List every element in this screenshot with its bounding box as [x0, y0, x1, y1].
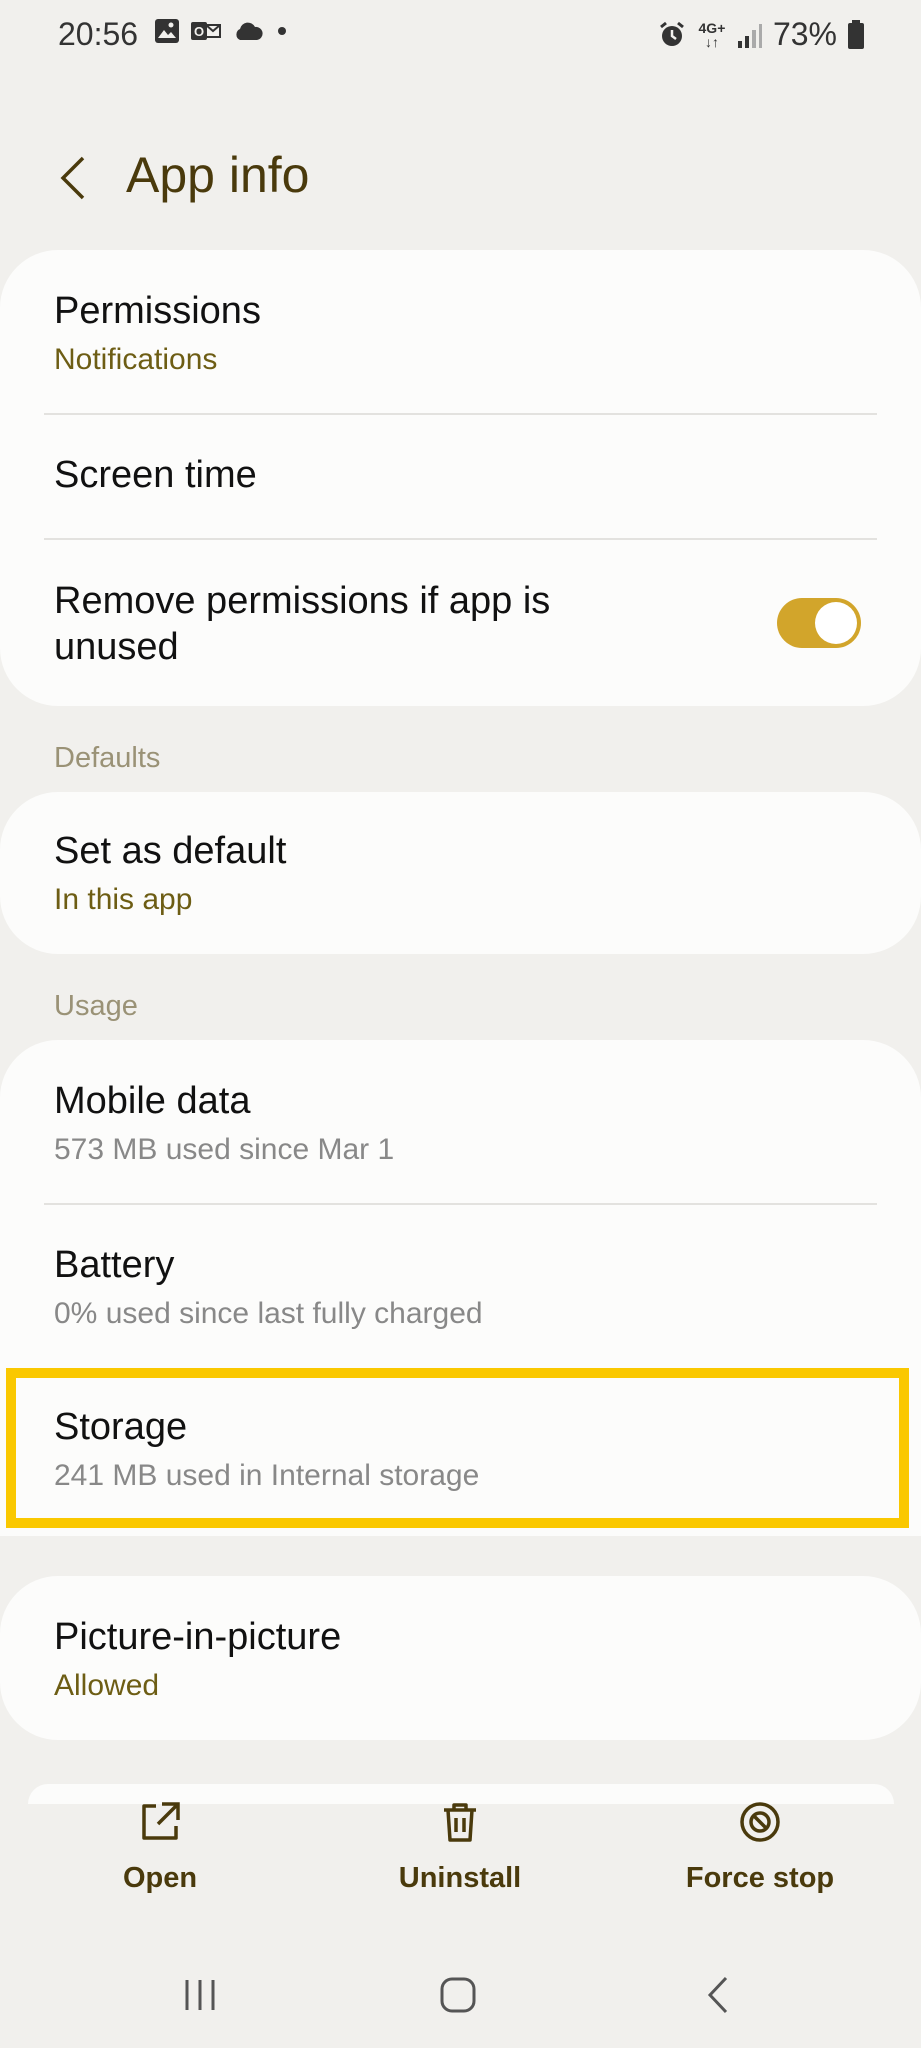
home-button[interactable] — [418, 1960, 498, 2030]
pip-item[interactable]: Picture-in-picture Allowed — [0, 1616, 921, 1726]
pip-subtitle: Allowed — [54, 1669, 160, 1702]
cloud-icon — [236, 22, 263, 40]
set-as-default-title: Set as default — [54, 830, 287, 872]
storage-subtitle: 241 MB used in Internal storage — [54, 1459, 480, 1492]
open-external-icon — [142, 1802, 180, 1840]
usage-section-label: Usage — [54, 990, 138, 1022]
system-nav-bar — [0, 1960, 921, 2030]
set-as-default-subtitle: In this app — [54, 883, 193, 916]
battery-subtitle: 0% used since last fully charged — [54, 1297, 483, 1330]
remove-permissions-title: Remove permissions if app is unused — [54, 580, 551, 668]
back-button[interactable] — [48, 148, 98, 208]
uninstall-label: Uninstall — [398, 1862, 522, 1894]
permissions-card: Permissions Notifications Screen time Re… — [0, 250, 921, 706]
app-bar: App info — [0, 140, 921, 220]
outlook-icon: O — [191, 22, 221, 40]
home-icon — [440, 1977, 476, 2013]
toggle-knob — [815, 602, 857, 644]
signal-icon — [737, 23, 762, 48]
mobile-data-title: Mobile data — [54, 1080, 251, 1122]
svg-text:O: O — [194, 24, 204, 39]
remove-permissions-toggle[interactable] — [777, 598, 861, 648]
set-as-default-item[interactable]: Set as default In this app — [0, 830, 921, 940]
notification-icons: O — [154, 18, 290, 44]
divider — [44, 538, 877, 540]
mobile-data-item[interactable]: Mobile data 573 MB used since Mar 1 — [0, 1080, 921, 1190]
action-bar: Open Uninstall Force stop — [0, 1800, 921, 1920]
defaults-section-label: Defaults — [54, 742, 161, 774]
force-stop-label: Force stop — [685, 1862, 835, 1894]
remove-permissions-item[interactable]: Remove permissions if app is unused — [0, 578, 674, 678]
chevron-left-icon — [60, 156, 85, 200]
storage-title: Storage — [54, 1406, 188, 1448]
gallery-icon — [155, 19, 179, 43]
divider — [44, 1203, 877, 1205]
open-label: Open — [122, 1862, 198, 1894]
trash-icon — [444, 1803, 476, 1842]
open-button[interactable]: Open — [40, 1800, 280, 1895]
battery-percent: 73% — [772, 16, 837, 52]
screen-time-title: Screen time — [54, 454, 257, 496]
recent-apps-button[interactable] — [160, 1960, 240, 2030]
battery-title: Battery — [54, 1244, 175, 1286]
divider — [44, 413, 877, 415]
more-dot-icon — [278, 27, 286, 35]
back-icon — [707, 1976, 728, 2014]
permissions-title: Permissions — [54, 290, 261, 332]
status-right: 4G+ ↓↑ 73% — [657, 16, 865, 53]
pip-title: Picture-in-picture — [54, 1616, 342, 1658]
defaults-card: Set as default In this app — [0, 792, 921, 954]
pip-card: Picture-in-picture Allowed — [0, 1576, 921, 1740]
page-title: App info — [126, 147, 310, 203]
network-type-icon: 4G+ ↓↑ — [698, 19, 726, 50]
mobile-data-subtitle: 573 MB used since Mar 1 — [54, 1133, 395, 1166]
usage-card: Mobile data 573 MB used since Mar 1 Batt… — [0, 1040, 921, 1536]
system-back-button[interactable] — [678, 1960, 758, 2030]
screen-time-item[interactable]: Screen time — [0, 454, 921, 534]
permissions-subtitle: Notifications — [54, 343, 218, 376]
status-bar: 20:56 O 4G+ ↓↑ 73% — [0, 0, 921, 68]
force-stop-icon — [740, 1802, 780, 1842]
alarm-icon — [660, 21, 684, 46]
storage-item[interactable]: Storage 241 MB used in Internal storage — [0, 1406, 921, 1516]
force-stop-button[interactable]: Force stop — [640, 1800, 880, 1895]
permissions-item[interactable]: Permissions Notifications — [0, 290, 921, 400]
recent-apps-icon — [185, 1980, 215, 2010]
status-time: 20:56 — [58, 16, 139, 52]
battery-item[interactable]: Battery 0% used since last fully charged — [0, 1244, 921, 1354]
uninstall-button[interactable]: Uninstall — [340, 1800, 580, 1895]
battery-icon — [848, 19, 864, 49]
